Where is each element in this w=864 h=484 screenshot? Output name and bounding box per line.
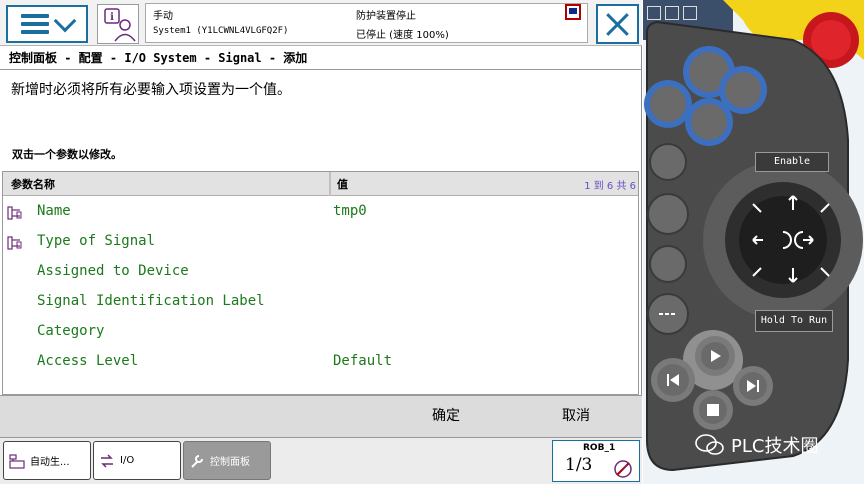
- status-panel: 手动 System1 (Y1LCWNL4VLGFQ2F) 防护装置停止 已停止 …: [145, 3, 588, 43]
- run-status: 已停止 (速度 100%): [356, 30, 449, 41]
- parameter-name: Assigned to Device: [37, 263, 189, 279]
- main-menu-button[interactable]: [6, 5, 88, 43]
- parameter-name: Signal Identification Label: [37, 293, 265, 309]
- parameter-value: Default: [333, 353, 393, 369]
- table-row[interactable]: Signal Identification Label: [3, 288, 638, 318]
- table-row[interactable]: Access Level Default: [3, 348, 638, 378]
- watermark: PLC技术圈: [695, 432, 818, 458]
- task-label: I/O: [120, 455, 135, 466]
- table-header: 参数名称 值 1 到 6 共 6: [3, 172, 638, 196]
- task-control-panel[interactable]: 控制面板: [183, 441, 271, 480]
- enable-button[interactable]: Enable: [755, 152, 829, 172]
- parameter-name: Access Level: [37, 353, 139, 369]
- task-auto-production[interactable]: 自动生...: [3, 441, 91, 480]
- required-parameter-icon: [7, 206, 22, 220]
- command-bar: 确定 取消: [0, 395, 642, 437]
- hint-text: 双击一个参数以修改。: [12, 148, 122, 161]
- task-fraction: 1/3: [565, 455, 593, 475]
- close-icon[interactable]: [683, 6, 697, 20]
- pendant-frame: [643, 0, 864, 484]
- svg-text:i: i: [110, 12, 114, 23]
- divider: [0, 69, 642, 70]
- breadcrumb: 控制面板 - 配置 - I/O System - Signal - 添加: [9, 51, 308, 65]
- required-parameter-icon: [7, 236, 22, 250]
- watermark-text: PLC技术圈: [731, 436, 819, 457]
- column-header-name[interactable]: 参数名称: [11, 176, 55, 192]
- task-io[interactable]: I/O: [93, 441, 181, 480]
- robot-label: ROB_1: [583, 443, 616, 453]
- table-row[interactable]: Type of Signal: [3, 228, 638, 258]
- auto-production-icon: [9, 453, 25, 469]
- guard-stop-status: 防护装置停止: [356, 11, 416, 22]
- flexpendant-screen: i 手动 System1 (Y1LCWNL4VLGFQ2F) 防护装置停止 已停…: [0, 0, 642, 484]
- cancel-button[interactable]: 取消: [562, 405, 590, 425]
- pendant-hardware: Enable Hold To Run PLC技术圈: [643, 0, 864, 484]
- operating-mode: 手动: [153, 11, 173, 22]
- table-row[interactable]: Category: [3, 318, 638, 348]
- parameter-table: 参数名称 值 1 到 6 共 6 Name tmp0 Type of Signa…: [2, 171, 639, 395]
- task-label: 自动生...: [30, 457, 70, 468]
- parameter-name: Type of Signal: [37, 233, 156, 249]
- task-label: 控制面板: [210, 457, 250, 468]
- quickset-button[interactable]: ROB_1 1/3: [552, 440, 640, 482]
- parameter-name: Category: [37, 323, 105, 339]
- top-bar: i 手动 System1 (Y1LCWNL4VLGFQ2F) 防护装置停止 已停…: [0, 0, 642, 46]
- minimize-icon[interactable]: [665, 6, 679, 20]
- wrench-icon: [191, 454, 203, 468]
- chevron-down-icon: [53, 9, 77, 33]
- window-controls: [647, 6, 697, 20]
- column-header-value[interactable]: 值: [337, 176, 348, 192]
- wechat-icon: [695, 434, 724, 455]
- system-name: System1 (Y1LCWNL4VLGFQ2F): [153, 26, 289, 36]
- hamburger-icon: [21, 14, 49, 34]
- hold-to-run-button[interactable]: Hold To Run: [755, 310, 833, 332]
- parameter-value: tmp0: [333, 203, 367, 219]
- table-row[interactable]: Assigned to Device: [3, 258, 638, 288]
- row-count: 1 到 6 共 6: [584, 181, 636, 192]
- operator-status-icon[interactable]: i: [97, 4, 139, 44]
- event-log-flag-icon[interactable]: [565, 4, 581, 20]
- io-icon: [101, 453, 113, 468]
- restore-icon[interactable]: [647, 6, 661, 20]
- speed-icon: [614, 460, 632, 478]
- table-row[interactable]: Name tmp0: [3, 198, 638, 228]
- parameter-name: Name: [37, 203, 71, 219]
- ok-button[interactable]: 确定: [432, 405, 460, 425]
- taskbar: 自动生... I/O 控制面板 ROB_1 1/3: [0, 437, 642, 484]
- instruction-text: 新增时必须将所有必要输入项设置为一个值。: [11, 82, 291, 98]
- column-divider[interactable]: [329, 172, 331, 196]
- close-button[interactable]: [596, 4, 639, 44]
